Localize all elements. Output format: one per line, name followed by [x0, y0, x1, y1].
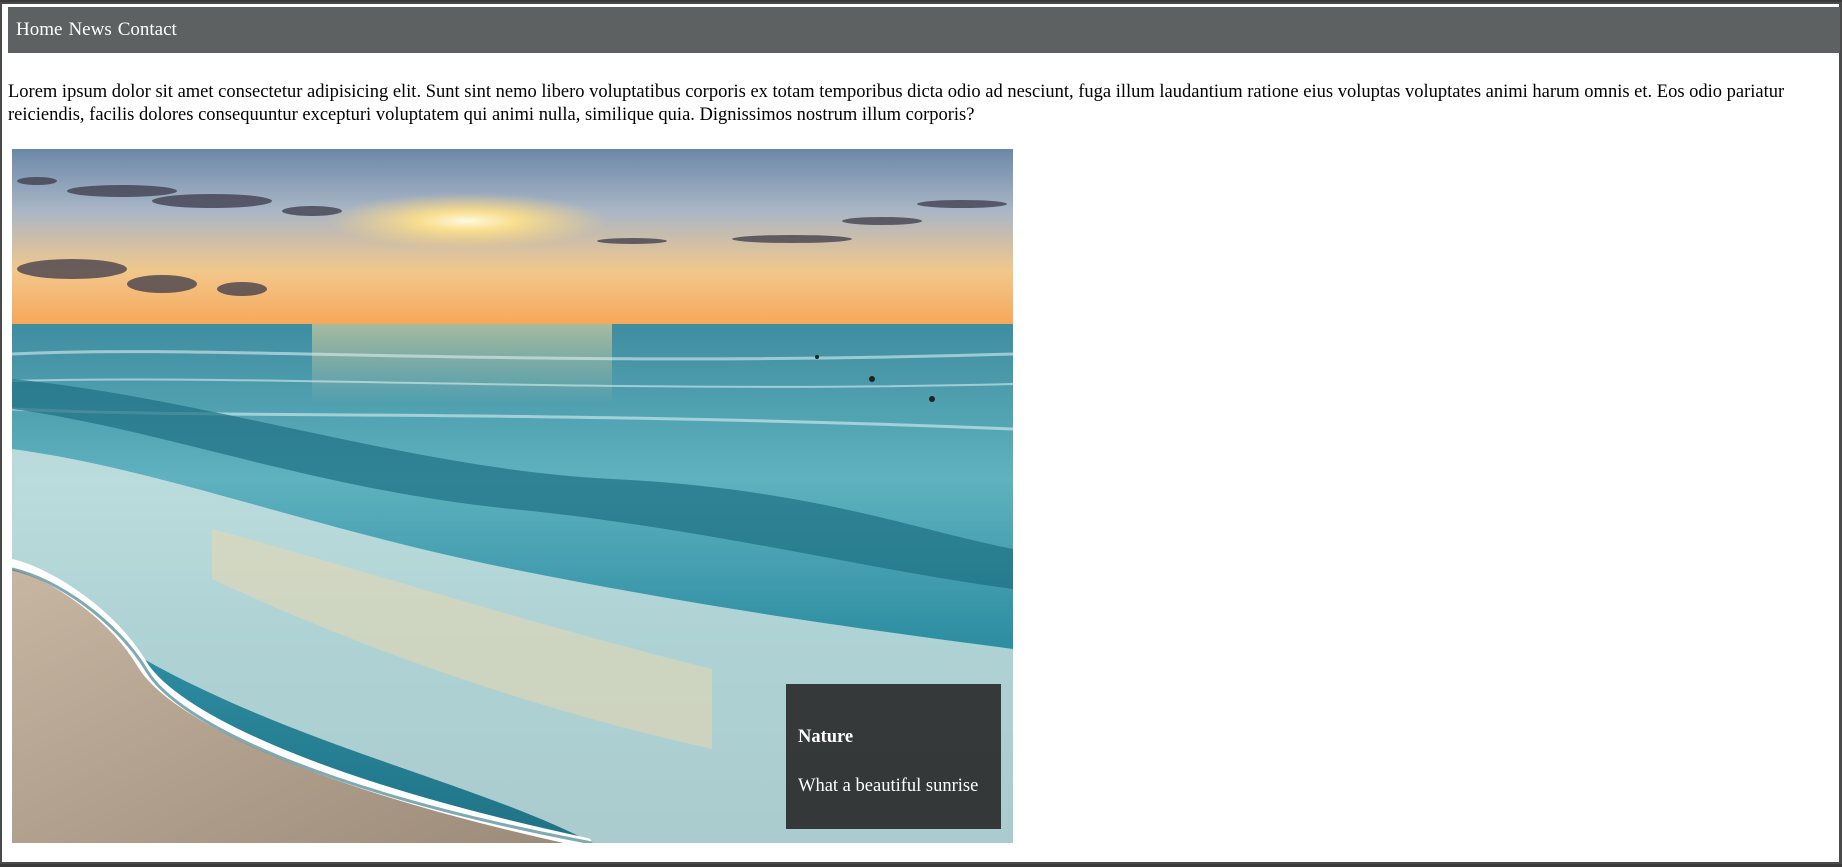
nav-link-news[interactable]: News [68, 19, 111, 41]
browser-page: Home News Contact Lorem ipsum dolor sit … [0, 2, 1842, 864]
caption-text: What a beautiful sunrise [798, 776, 979, 796]
caption-title: Nature [798, 727, 854, 747]
intro-paragraph: Lorem ipsum dolor sit amet consectetur a… [8, 82, 1785, 125]
nav-link-home[interactable]: Home [16, 19, 62, 41]
sunrise-figure: Nature What a beautiful sunrise [12, 149, 1013, 843]
nav-link-contact[interactable]: Contact [118, 19, 177, 41]
image-caption: Nature What a beautiful sunrise [786, 684, 1001, 829]
top-navbar: Home News Contact [8, 7, 1840, 53]
